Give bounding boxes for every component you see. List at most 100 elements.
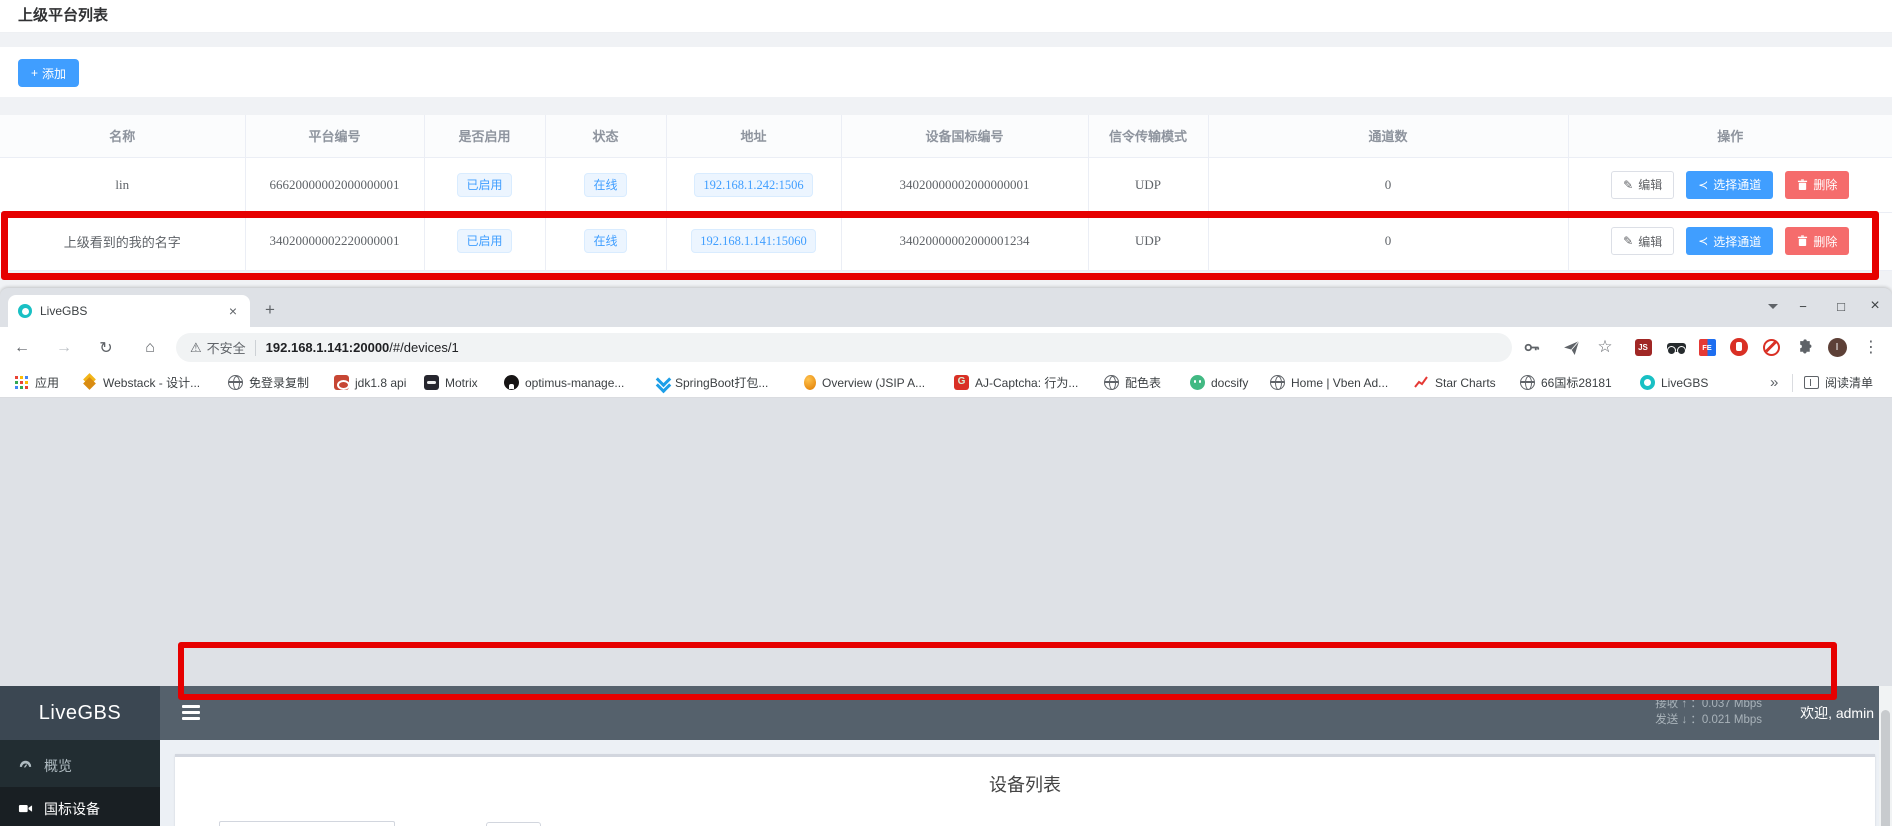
col-gb-id: 设备国标编号 — [841, 115, 1088, 157]
col-channels: 通道数 — [1208, 115, 1568, 157]
cell-channels: 0 — [1208, 212, 1568, 270]
globe-icon — [1520, 375, 1535, 390]
warning-icon: ⚠ — [190, 340, 202, 356]
address-bar[interactable]: ⚠ 不安全 192.168.1.141:20000 /#/devices/1 — [176, 333, 1512, 362]
bookmark-vben[interactable]: Home | Vben Ad... — [1266, 368, 1392, 397]
url-path: /#/devices/1 — [389, 340, 458, 355]
extension-js-icon[interactable]: JS — [1630, 334, 1656, 360]
extension-fe-icon[interactable]: FE — [1694, 334, 1720, 360]
browser-toolbar: ← → ↻ ⌂ ⚠ 不安全 192.168.1.141:20000 /#/dev… — [0, 327, 1892, 368]
cell-platform-id: 34020000002220000001 — [245, 212, 424, 270]
plus-icon: + — [31, 66, 38, 80]
select-channel-button[interactable]: ≺选择通道 — [1686, 227, 1773, 255]
send-icon[interactable] — [1558, 334, 1584, 360]
apps-grid-icon — [14, 375, 29, 390]
livegbs-app: LiveGBS 接收 ↑ ：0.037 Mbps 发送 ↓ ：0.021 Mbp… — [0, 686, 1892, 826]
page-title: 上级平台列表 — [18, 0, 108, 32]
tab-search-icon[interactable] — [1758, 292, 1788, 320]
egg-icon — [804, 375, 816, 390]
security-label[interactable]: 不安全 — [207, 338, 246, 357]
share-icon: ≺ — [1698, 234, 1708, 248]
delete-button[interactable]: 删除 — [1785, 171, 1849, 199]
bookmarks-overflow-icon[interactable]: » — [1770, 368, 1778, 397]
edit-button[interactable]: ✎编辑 — [1611, 227, 1674, 255]
extension-incognito-icon[interactable] — [1663, 334, 1689, 360]
sidebar-item-devices[interactable]: 国标设备 — [0, 787, 160, 826]
new-tab-button[interactable]: + — [258, 300, 282, 320]
bookmark-star-icon[interactable]: ☆ — [1592, 334, 1618, 360]
add-button[interactable]: +添加 — [18, 59, 79, 87]
cell-gb-id: 34020000002000000001 — [841, 157, 1088, 212]
pencil-icon: ✎ — [1623, 178, 1633, 192]
vertical-scrollbar-thumb[interactable] — [1881, 710, 1890, 826]
bookmark-motrix[interactable]: Motrix — [420, 368, 482, 397]
extension-hand-icon[interactable] — [1726, 334, 1752, 360]
oracle-icon — [334, 375, 349, 390]
platform-action-bar: +添加 — [0, 47, 1892, 97]
browser-tab-livegbs[interactable]: LiveGBS × — [8, 295, 250, 327]
reload-button[interactable]: ↻ — [92, 334, 120, 362]
sidebar-item-overview[interactable]: 概览 — [0, 744, 160, 787]
bookmark-springboot[interactable]: SpringBoot打包... — [650, 368, 772, 397]
bookmark-gb28181[interactable]: 66国标28181 — [1516, 368, 1616, 397]
trash-icon — [1797, 179, 1808, 191]
docsify-icon — [1190, 375, 1205, 390]
pencil-icon: ✎ — [1623, 234, 1633, 248]
key-icon[interactable] — [1518, 334, 1544, 360]
brand-logo[interactable]: LiveGBS — [0, 686, 160, 740]
livegbs-icon — [1640, 375, 1655, 390]
extensions-puzzle-icon[interactable] — [1792, 334, 1818, 360]
motrix-icon — [424, 375, 439, 390]
bookmark-star-charts[interactable]: Star Charts — [1410, 368, 1500, 397]
bookmark-apps[interactable]: 应用 — [10, 368, 63, 397]
search-label: 搜索 — [190, 821, 218, 826]
edit-button[interactable]: ✎编辑 — [1611, 171, 1674, 199]
camera-icon — [18, 801, 33, 816]
back-button[interactable]: ← — [8, 334, 36, 362]
bookmark-copy[interactable]: 免登录复制 — [224, 368, 313, 397]
device-list-title: 设备列表 — [175, 771, 1875, 797]
url-host: 192.168.1.141:20000 — [266, 340, 390, 355]
bookmark-colors[interactable]: 配色表 — [1100, 368, 1165, 397]
bookmark-webstack[interactable]: Webstack - 设计... — [78, 368, 204, 397]
window-close-button[interactable]: × — [1860, 292, 1890, 320]
platform-table: 名称 平台编号 是否启用 状态 地址 设备国标编号 信令传输模式 通道数 操作 … — [0, 115, 1892, 271]
bookmark-jdk[interactable]: jdk1.8 api — [330, 368, 410, 397]
sidebar-toggle-icon[interactable] — [182, 705, 200, 720]
trash-icon — [1797, 235, 1808, 247]
globe-icon — [1104, 375, 1119, 390]
welcome-user[interactable]: 欢迎, admin — [1800, 686, 1874, 740]
delete-button[interactable]: 删除 — [1785, 227, 1849, 255]
tab-close-icon[interactable]: × — [226, 303, 240, 319]
window-maximize-button[interactable]: □ — [1826, 292, 1856, 320]
address-badge: 192.168.1.141:15060 — [691, 229, 816, 253]
platform-table-header: 名称 平台编号 是否启用 状态 地址 设备国标编号 信令传输模式 通道数 操作 — [0, 115, 1892, 157]
profile-avatar[interactable]: I — [1824, 334, 1850, 360]
vertical-scrollbar[interactable] — [1879, 686, 1892, 826]
reading-list-button[interactable]: 阅读清单 — [1800, 368, 1877, 397]
cell-channels: 0 — [1208, 157, 1568, 212]
select-channel-button[interactable]: ≺选择通道 — [1686, 171, 1773, 199]
layers-icon — [82, 375, 97, 390]
online-filter-select[interactable]: 全部 — [486, 822, 541, 826]
bookmark-docsify[interactable]: docsify — [1186, 368, 1252, 397]
bookmark-overview-jsip[interactable]: Overview (JSIP A... — [800, 368, 929, 397]
bandwidth-stats: 接收 ↑ ：0.037 Mbps 发送 ↓ ：0.021 Mbps — [1655, 696, 1762, 728]
cell-transport: UDP — [1088, 157, 1208, 212]
gauge-icon — [18, 758, 33, 773]
window-minimize-button[interactable]: − — [1788, 292, 1818, 320]
github-icon — [504, 375, 519, 390]
home-button[interactable]: ⌂ — [136, 334, 164, 362]
cell-name: lin — [0, 157, 245, 212]
bookmark-optimus[interactable]: optimus-manage... — [500, 368, 628, 397]
col-name: 名称 — [0, 115, 245, 157]
browser-menu-icon[interactable]: ⋮ — [1858, 334, 1884, 360]
search-input[interactable] — [219, 821, 395, 826]
status-badge: 在线 — [584, 173, 626, 197]
extension-blocker-icon[interactable] — [1758, 334, 1784, 360]
forward-button[interactable]: → — [50, 334, 78, 362]
bookmark-livegbs[interactable]: LiveGBS — [1636, 368, 1712, 397]
share-icon: ≺ — [1698, 178, 1708, 192]
status-badge: 在线 — [584, 229, 626, 253]
bookmark-aj-captcha[interactable]: AJ-Captcha: 行为... — [950, 368, 1082, 397]
